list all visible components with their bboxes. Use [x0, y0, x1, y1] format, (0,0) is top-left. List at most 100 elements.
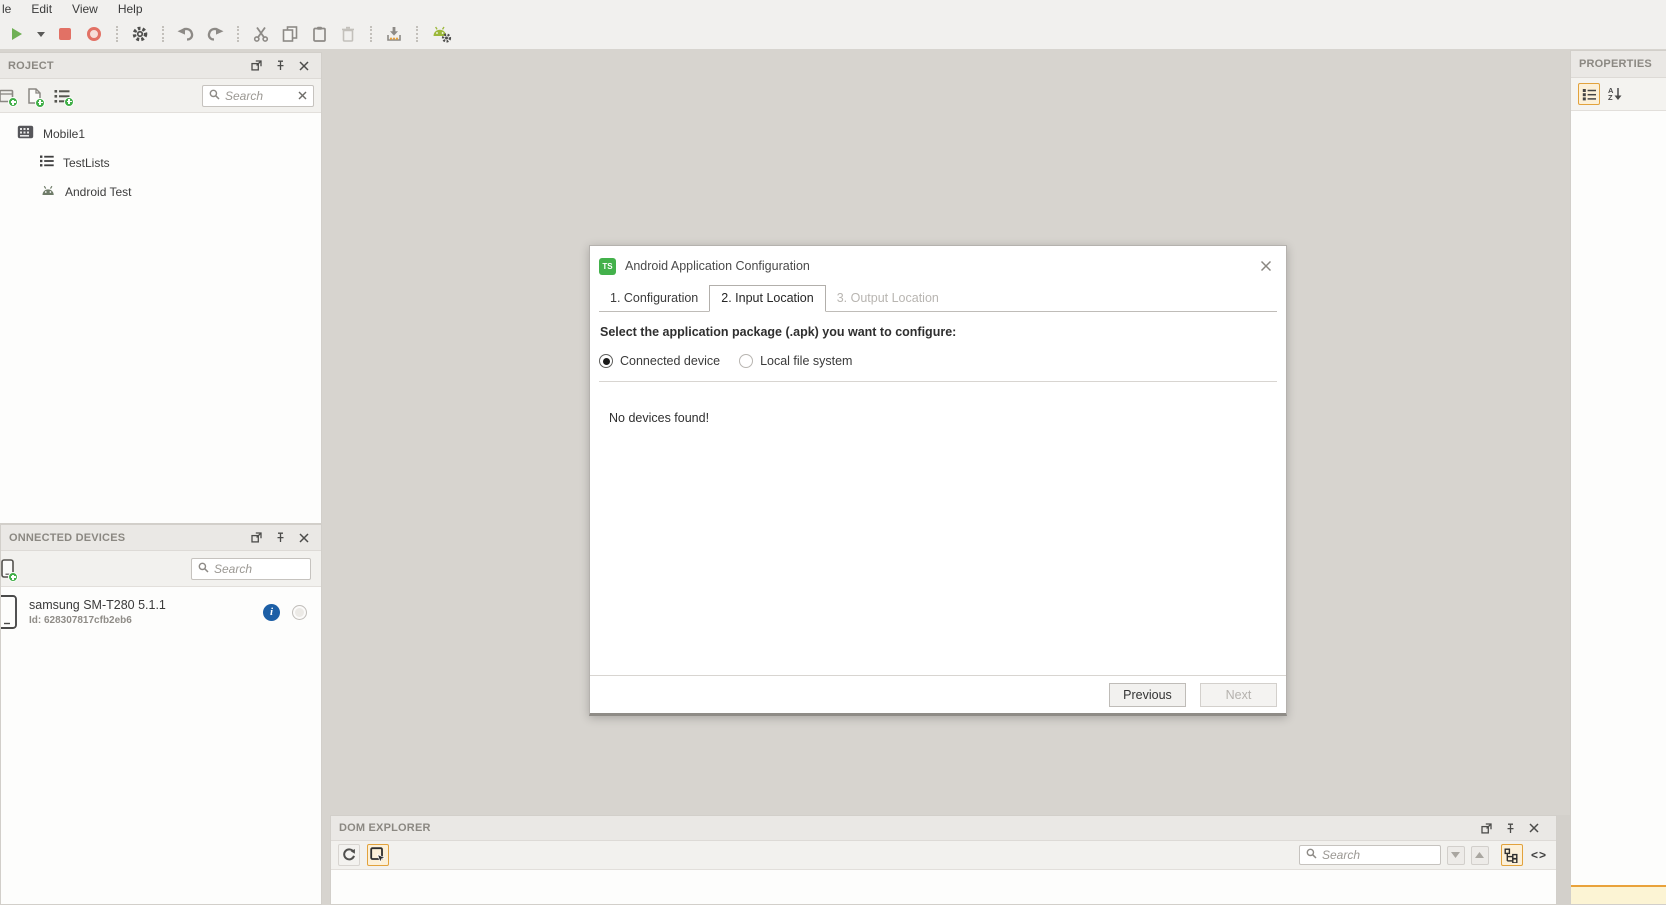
toolbar-separator	[162, 26, 164, 42]
toolbar-separator	[116, 26, 118, 42]
dom-explorer-content[interactable]	[331, 870, 1556, 904]
menu-view[interactable]: View	[62, 0, 108, 19]
sort-letter-z: Z	[1608, 93, 1613, 102]
dialog-title: Android Application Configuration	[625, 259, 810, 273]
select-element-icon[interactable]	[367, 844, 389, 866]
vertical-splitter[interactable]	[1557, 815, 1570, 905]
float-panel-icon[interactable]	[1481, 822, 1492, 834]
dom-explorer-title: DOM EXPLORER	[339, 822, 431, 834]
menu-edit[interactable]: Edit	[21, 0, 62, 19]
close-panel-icon[interactable]	[299, 60, 309, 71]
add-project-icon[interactable]	[0, 88, 18, 107]
sort-alphabetical-icon[interactable]: A Z	[1608, 87, 1622, 101]
local-file-system-radio[interactable]	[739, 354, 754, 368]
add-device-icon[interactable]	[1, 559, 18, 582]
dom-explorer-titlebar: DOM EXPLORER	[331, 816, 1556, 841]
redo-icon[interactable]	[205, 24, 225, 44]
project-node-icon	[17, 125, 34, 142]
previous-button[interactable]: Previous	[1109, 682, 1186, 707]
dom-explorer-panel: DOM EXPLORER Search <>	[330, 815, 1557, 905]
toolbar-separator	[416, 26, 418, 42]
find-previous-icon[interactable]	[1470, 845, 1489, 865]
connected-device-radio[interactable]	[599, 354, 613, 368]
search-icon	[198, 562, 209, 576]
new-file-icon[interactable]	[27, 87, 45, 108]
dialog-divider	[599, 381, 1277, 382]
dom-explorer-toolbar: <>	[331, 841, 1556, 870]
plus-badge-icon	[35, 97, 45, 108]
devices-panel-titlebar: ONNECTED DEVICES	[1, 525, 321, 551]
local-file-system-radio-label[interactable]: Local file system	[760, 354, 852, 368]
android-node-icon	[40, 184, 56, 199]
app-window: le Edit View Help ROJECT Search Mobile1 …	[0, 0, 1666, 905]
devices-panel-toolbar	[1, 551, 321, 587]
clear-search-icon[interactable]	[298, 89, 307, 103]
dom-search-input[interactable]	[1321, 848, 1434, 862]
project-search	[202, 84, 314, 107]
dialog-footer: Previous Next	[590, 675, 1286, 713]
device-phone-icon	[1, 595, 18, 629]
settings-gear-icon[interactable]	[130, 24, 150, 44]
delete-icon[interactable]	[338, 24, 358, 44]
new-list-icon[interactable]	[54, 89, 74, 107]
close-panel-icon[interactable]	[299, 532, 309, 543]
tree-item-android-test[interactable]: Android Test	[0, 177, 321, 206]
project-search-input[interactable]	[225, 88, 293, 103]
categorized-view-icon[interactable]	[1578, 83, 1600, 105]
menu-bar: le Edit View Help	[0, 0, 1666, 19]
android-settings-icon[interactable]	[430, 24, 452, 44]
project-panel: ROJECT Search Mobile1 TestLists Android …	[0, 52, 322, 524]
no-devices-message: No devices found!	[609, 411, 710, 425]
dialog-titlebar: TS Android Application Configuration	[590, 246, 1286, 286]
dialog-prompt: Select the application package (.apk) yo…	[600, 325, 957, 339]
device-info-icon[interactable]: i	[263, 603, 280, 621]
devices-search	[191, 557, 311, 580]
menu-file[interactable]: le	[0, 0, 21, 19]
project-panel-toolbar	[0, 79, 321, 113]
device-name: samsung SM-T280 5.1.1	[29, 598, 166, 612]
tree-view-icon[interactable]	[1500, 844, 1523, 866]
connected-device-radio-label[interactable]: Connected device	[620, 354, 720, 368]
dom-search	[1298, 845, 1441, 865]
code-view-icon[interactable]: <>	[1529, 848, 1549, 862]
device-row[interactable]: samsung SM-T280 5.1.1 Id: 628307817cfb2e…	[1, 587, 321, 637]
paste-icon[interactable]	[309, 24, 329, 44]
device-id: Id: 628307817cfb2eb6	[29, 615, 132, 626]
list-node-icon	[40, 155, 54, 170]
copy-icon[interactable]	[280, 24, 300, 44]
dialog-tabs: 1. Configuration 2. Input Location 3. Ou…	[599, 285, 1277, 312]
pin-panel-icon[interactable]	[1505, 823, 1516, 834]
toolbar-separator	[237, 26, 239, 42]
dialog-body: Select the application package (.apk) yo…	[590, 325, 1286, 425]
record-icon[interactable]	[84, 24, 104, 44]
refresh-dom-icon[interactable]	[338, 844, 360, 866]
cut-icon[interactable]	[251, 24, 271, 44]
run-options-caret-icon[interactable]	[36, 24, 46, 44]
pin-panel-icon[interactable]	[275, 532, 286, 543]
tree-item-testlists[interactable]: TestLists	[0, 148, 321, 177]
undo-icon[interactable]	[176, 24, 196, 44]
close-panel-icon[interactable]	[1529, 823, 1539, 833]
tab-output-location: 3. Output Location	[836, 291, 939, 305]
tab-input-location[interactable]: 2. Input Location	[709, 285, 826, 312]
devices-search-input[interactable]	[214, 561, 304, 576]
float-panel-icon[interactable]	[251, 60, 262, 71]
tree-item-label: TestLists	[63, 155, 110, 170]
float-panel-icon[interactable]	[251, 532, 262, 543]
package-source-radios: Connected device Local file system	[599, 354, 1277, 368]
properties-toolbar: A Z	[1571, 78, 1666, 111]
tree-item-mobile1[interactable]: Mobile1	[0, 119, 321, 148]
install-package-icon[interactable]	[384, 24, 404, 44]
tab-configuration[interactable]: 1. Configuration	[599, 286, 709, 311]
plus-badge-icon	[8, 97, 18, 107]
pin-panel-icon[interactable]	[275, 60, 286, 71]
stop-icon[interactable]	[55, 24, 75, 44]
menu-help[interactable]: Help	[108, 0, 153, 19]
tree-item-label: Android Test	[65, 184, 132, 199]
dialog-close-icon[interactable]	[1260, 260, 1272, 272]
project-panel-title: ROJECT	[8, 59, 54, 72]
find-next-icon[interactable]	[1446, 845, 1465, 865]
main-toolbar	[0, 19, 1666, 49]
device-select-radio[interactable]	[292, 604, 307, 620]
run-icon[interactable]	[7, 24, 27, 44]
